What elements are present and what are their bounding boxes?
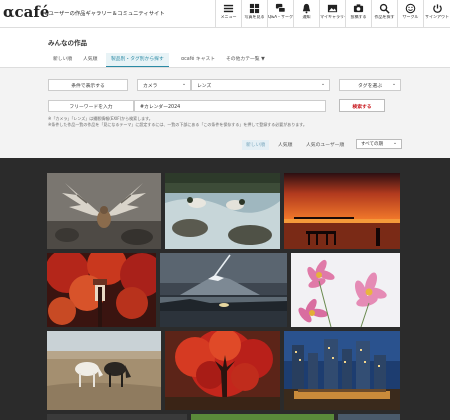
nav-label: Q&A・サークル [268,15,293,19]
period-select-value: すべての期 [361,142,384,147]
nav-label: 投稿する [350,15,367,19]
chevron-down-icon: ⌄ [320,82,325,87]
period-select[interactable]: すべての期 ⌄ [356,139,402,149]
sunset-pier-photo[interactable] [284,173,400,249]
lens-select-value: レンズ [197,84,212,89]
site-tagline: αユーザーの作品ギャラリー＆コミュニティサイト [45,11,165,17]
search-icon [379,3,390,14]
camera-select[interactable]: カメラ ⌄ [137,79,191,91]
photos-icon [249,3,260,14]
city-night-photo[interactable] [284,331,400,410]
tab-other-categories[interactable]: その他カテ一覧 ▼ [221,53,270,67]
chevron-down-icon: ⌄ [392,141,397,146]
sort-newest[interactable]: 新しい順 [242,140,270,150]
menu-icon [223,4,234,13]
site-logo[interactable]: αcafé [3,3,49,21]
nav-label: サインアウト [425,15,449,19]
tag-select[interactable]: タグを選ぶ ⌄ [339,79,401,91]
nav-label: サークル [402,15,419,19]
red-tree-photo[interactable] [165,331,280,410]
lens-select[interactable]: レンズ ⌄ [191,79,330,91]
nav-label: 写真を見る [244,15,265,19]
nav-circle[interactable]: サークル [397,0,423,28]
nav-photos[interactable]: 写真を見る [241,0,267,28]
next-photo-1[interactable] [47,414,187,420]
signout-icon [432,4,442,13]
page-title: みんなの作品 [48,39,87,47]
freeword-input[interactable]: #カレンダー2024 [134,100,326,112]
nav-notifications[interactable]: 通知 [293,0,319,28]
tag-select-value: タグを選ぶ [358,84,382,89]
chevron-down-icon: ⌄ [181,82,186,87]
chat-icon [275,3,286,13]
site-header: αcafé αユーザーの作品ギャラリー＆コミュニティサイト メニュー 写真を見る… [0,0,450,28]
ducks-stream-photo[interactable] [165,173,280,249]
mount-fuji-night-photo[interactable] [160,253,287,327]
smile-icon [405,3,416,14]
next-photo-2[interactable] [191,414,334,420]
nav-post[interactable]: 投稿する [345,0,371,28]
gallery-icon [327,4,338,13]
nav-menu[interactable]: メニュー [215,0,241,28]
next-photo-3[interactable] [338,414,400,420]
bell-icon [302,3,311,14]
tab-product-tag[interactable]: 製品別・タグ別から探す [106,53,169,67]
sort-popular-users[interactable]: 人気のユーザー順 [302,140,348,150]
tab-newest[interactable]: 新しい順 [48,53,77,67]
condition-label: 条件で表示する [48,79,128,91]
cosmos-flowers-photo[interactable] [291,253,400,327]
save-condition-note: ※条件した作品一覧の作品を「見になるテーマ」に設定するには、一覧の下部にある「こ… [48,122,307,127]
horses-grassland-photo[interactable] [47,331,161,410]
nav-label: メニュー [220,15,237,19]
nav-label: 作品を探す [374,15,395,19]
sort-popular[interactable]: 人気順 [274,140,296,150]
freeword-label: フリーワードを入力 [48,100,134,112]
tab-popular[interactable]: 人気順 [78,53,102,67]
nav-label: マイギャラリー [320,15,345,19]
chevron-down-icon: ⌄ [391,82,396,87]
camera-icon [353,4,364,13]
nav-qa-circle[interactable]: Q&A・サークル [267,0,293,28]
nav-my-gallery[interactable]: マイギャラリー [319,0,345,28]
bird-wings-photo[interactable] [47,173,161,249]
camera-select-value: カメラ [143,84,158,89]
autumn-maple-photo[interactable] [47,253,156,327]
nav-sign-out[interactable]: サインアウト [423,0,450,28]
nav-label: 通知 [302,15,311,19]
search-button[interactable]: 検索する [339,99,385,112]
tab-cafe-cast[interactable]: αcafé キャスト [176,53,220,67]
nav-search-works[interactable]: 作品を探す [371,0,397,28]
